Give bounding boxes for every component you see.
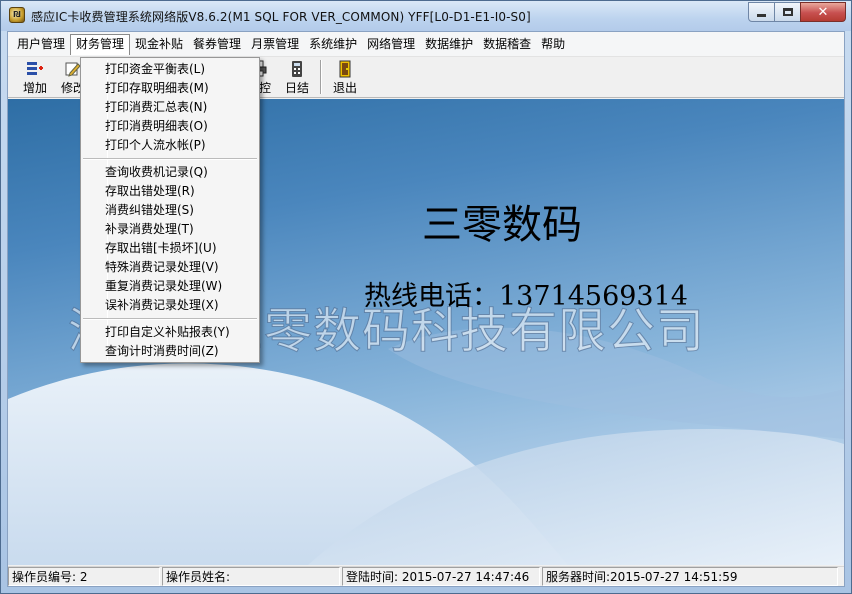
status-operator-id: 操作员编号: 2 — [8, 567, 160, 586]
menu-print-custom-subsidy[interactable]: 打印自定义补贴报表(Y) — [105, 323, 255, 342]
company-name: 三零数码 — [422, 202, 582, 248]
finance-dropdown-menu: 打印资金平衡表(L) 打印存取明细表(M) 打印消费汇总表(N) 打印消费明细表… — [80, 57, 260, 363]
calculator-icon — [288, 60, 306, 78]
menu-monthly-ticket[interactable]: 月票管理 — [246, 34, 304, 55]
daily-settlement-button[interactable]: 日结 — [278, 57, 316, 98]
status-server-time: 服务器时间:2015-07-27 14:51:59 — [542, 567, 838, 586]
app-window: ₪ 感应IC卡收费管理系统网络版V8.6.2(M1 SQL FOR VER_CO… — [0, 0, 852, 594]
daily-settlement-label: 日结 — [284, 81, 309, 95]
status-bar: 操作员编号: 2 操作员姓名: 登陆时间: 2015-07-27 14:47:4… — [8, 566, 844, 586]
minimize-icon — [757, 13, 766, 17]
menu-meal-voucher[interactable]: 餐券管理 — [188, 34, 246, 55]
menu-deposit-error[interactable]: 存取出错处理(R) — [105, 182, 255, 201]
menu-misapplied-consumption[interactable]: 误补消费记录处理(X) — [105, 296, 255, 315]
exit-button[interactable]: 退出 — [326, 57, 364, 98]
menu-query-timed-consumption[interactable]: 查询计时消费时间(Z) — [105, 342, 255, 361]
menu-query-terminal-records[interactable]: 查询收费机记录(Q) — [105, 163, 255, 182]
add-button-label: 增加 — [22, 81, 47, 95]
menu-user-management[interactable]: 用户管理 — [12, 34, 70, 55]
status-operator-name: 操作员姓名: — [162, 567, 340, 586]
menu-print-consumption-detail[interactable]: 打印消费明细表(O) — [105, 117, 255, 136]
minimize-button[interactable] — [748, 2, 775, 22]
add-button[interactable]: 增加 — [16, 57, 54, 98]
title-bar[interactable]: ₪ 感应IC卡收费管理系统网络版V8.6.2(M1 SQL FOR VER_CO… — [1, 1, 851, 31]
menu-finance-management[interactable]: 财务管理 — [70, 33, 131, 55]
toolbar-separator — [320, 60, 322, 94]
exit-door-icon — [336, 60, 354, 78]
menu-data-maintenance[interactable]: 数据维护 — [420, 34, 478, 55]
window-title: 感应IC卡收费管理系统网络版V8.6.2(M1 SQL FOR VER_COMM… — [31, 10, 531, 24]
menu-print-personal-ledger[interactable]: 打印个人流水帐(P) — [105, 136, 255, 155]
menu-system-maintenance[interactable]: 系统维护 — [304, 34, 362, 55]
close-button[interactable]: ✕ — [800, 2, 846, 22]
status-login-time: 登陆时间: 2015-07-27 14:47:46 — [342, 567, 540, 586]
app-logo-icon[interactable]: ₪ — [9, 7, 25, 23]
menu-special-consumption[interactable]: 特殊消费记录处理(V) — [105, 258, 255, 277]
menu-deposit-error-damaged-card[interactable]: 存取出错[卡损坏](U) — [105, 239, 255, 258]
menu-print-consumption-summary[interactable]: 打印消费汇总表(N) — [105, 98, 255, 117]
menu-network-management[interactable]: 网络管理 — [362, 34, 420, 55]
add-user-icon — [26, 60, 44, 78]
menu-help[interactable]: 帮助 — [536, 34, 570, 55]
menu-print-deposit-detail[interactable]: 打印存取明细表(M) — [105, 79, 255, 98]
menu-separator — [83, 318, 257, 320]
menu-consumption-correction[interactable]: 消费纠错处理(S) — [105, 201, 255, 220]
menu-print-fund-balance[interactable]: 打印资金平衡表(L) — [105, 60, 255, 79]
menu-data-audit[interactable]: 数据稽查 — [478, 34, 536, 55]
menu-supplement-consumption[interactable]: 补录消费处理(T) — [105, 220, 255, 239]
window-controls: ✕ — [748, 2, 846, 22]
menu-bar: 用户管理 财务管理 现金补贴 餐券管理 月票管理 系统维护 网络管理 数据维护 … — [8, 32, 844, 57]
hotline-text: 热线电话：13714569314 — [364, 281, 688, 312]
maximize-icon — [782, 8, 793, 16]
close-icon: ✕ — [817, 4, 829, 20]
menu-separator — [83, 158, 257, 160]
maximize-button[interactable] — [774, 2, 801, 22]
menu-duplicate-consumption[interactable]: 重复消费记录处理(W) — [105, 277, 255, 296]
menu-cash-subsidy[interactable]: 现金补贴 — [130, 34, 188, 55]
exit-button-label: 退出 — [332, 81, 357, 95]
